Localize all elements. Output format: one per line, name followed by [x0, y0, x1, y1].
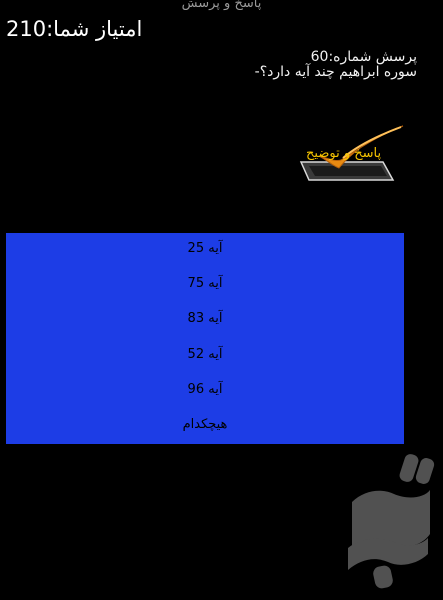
option-3[interactable]: 83 آیه — [6, 307, 404, 331]
bazaar-logo-icon — [344, 450, 436, 592]
app-title: پاسخ و پرسش — [181, 0, 262, 11]
option-5[interactable]: 96 آیه — [6, 378, 404, 402]
question-number: پرسش شماره:60 — [310, 49, 417, 65]
option-1[interactable]: 25 آیه — [6, 237, 404, 261]
option-2[interactable]: 75 آیه — [6, 272, 404, 296]
question-text: -سوره ابراهیم چند آیه دارد؟ — [254, 64, 417, 80]
options-panel: 25 آیه 75 آیه 83 آیه 52 آیه 96 آیه هیچکد… — [6, 233, 404, 444]
option-4[interactable]: 52 آیه — [6, 343, 404, 367]
option-6[interactable]: هیچکدام — [6, 413, 404, 437]
answer-explanation-label: پاسخ و توضیح — [306, 146, 382, 161]
score-label: امتیاز شما:210 — [6, 17, 143, 41]
answer-explanation-button[interactable]: پاسخ و توضیح — [297, 122, 409, 184]
